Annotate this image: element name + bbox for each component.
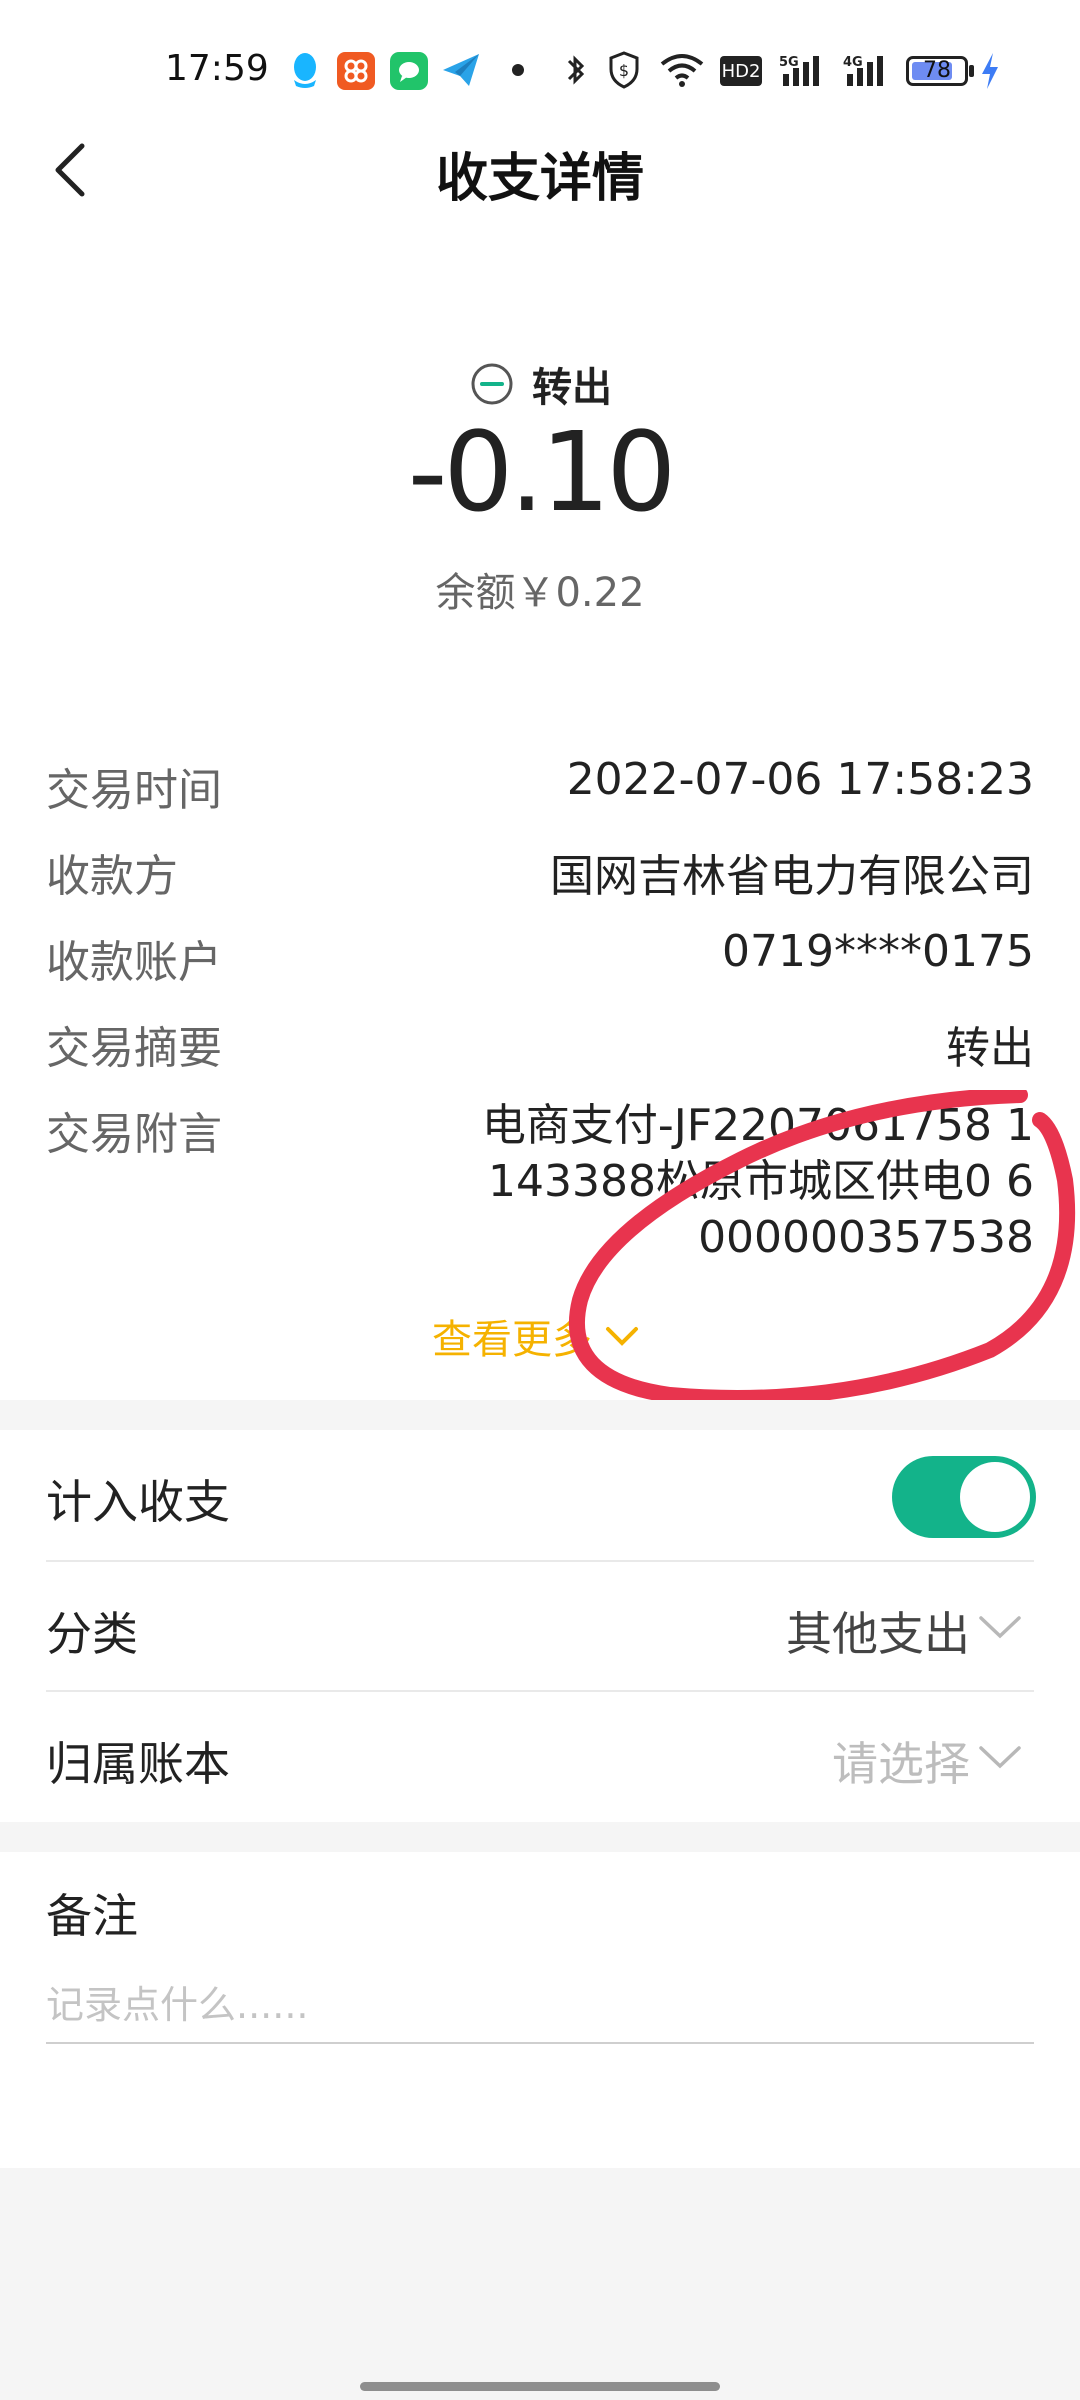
note-input[interactable]	[46, 1968, 1034, 2044]
detail-label-remark: 交易附言	[46, 1109, 222, 1160]
detail-value-summary: 转出	[946, 1023, 1034, 1074]
status-time: 17:59	[165, 48, 269, 89]
battery-level: 78	[923, 58, 951, 83]
wifi-icon	[656, 50, 708, 90]
detail-value-payee: 国网吉林省电力有限公司	[550, 851, 1034, 902]
row-divider	[46, 1690, 1034, 1692]
detail-label-payee: 收款方	[46, 851, 178, 902]
svg-text:5G: 5G	[779, 55, 799, 70]
status-bar: 17:59 $ HD2 5G 4G 78	[0, 0, 1080, 140]
annotation-circle	[568, 1090, 1076, 1406]
detail-value-time: 2022-07-06 17:58:23	[566, 754, 1034, 805]
transaction-type: 转出	[0, 355, 1080, 413]
chevron-down-icon[interactable]	[975, 1742, 1025, 1772]
messages-icon	[390, 52, 428, 90]
qq-icon	[288, 50, 322, 90]
ledger-value[interactable]: 请选择	[832, 1728, 970, 1794]
note-label: 备注	[46, 1889, 138, 1943]
include-in-stats-toggle[interactable]	[892, 1456, 1036, 1538]
chevron-down-icon[interactable]	[975, 1612, 1025, 1642]
shield-icon: $	[606, 50, 642, 90]
hd-icon: HD2	[720, 56, 762, 86]
transfer-out-icon	[471, 363, 513, 405]
balance-text: 余额￥0.22	[435, 570, 645, 616]
bluetooth-icon	[562, 50, 590, 90]
home-indicator[interactable]	[360, 2382, 720, 2391]
page-title: 收支详情	[435, 149, 644, 209]
app-red-icon	[337, 52, 375, 90]
charging-icon	[980, 52, 1000, 90]
category-value[interactable]: 其他支出	[786, 1598, 970, 1664]
toggle-knob	[960, 1462, 1030, 1532]
detail-label-time: 交易时间	[46, 765, 222, 816]
dot-icon	[512, 64, 524, 76]
section-gap	[0, 1400, 1080, 1430]
ledger-label: 归属账本	[46, 1737, 230, 1791]
row-divider	[46, 1560, 1034, 1562]
category-label: 分类	[46, 1607, 138, 1661]
4g-signal-icon: 4G	[842, 50, 894, 90]
transaction-type-label: 转出	[532, 365, 612, 411]
plane-icon	[440, 50, 482, 90]
svg-text:4G: 4G	[843, 55, 863, 70]
detail-label-summary: 交易摘要	[46, 1023, 222, 1074]
include-in-stats-label: 计入收支	[46, 1475, 230, 1529]
section-gap	[0, 1822, 1080, 1852]
svg-text:$: $	[619, 61, 629, 80]
battery-cap	[969, 65, 974, 77]
5g-signal-icon: 5G	[778, 50, 830, 90]
battery-icon: 78	[906, 56, 968, 86]
detail-value-account: 0719****0175	[722, 926, 1034, 977]
transaction-amount: -0.10	[407, 408, 677, 536]
detail-label-account: 收款账户	[46, 937, 222, 988]
